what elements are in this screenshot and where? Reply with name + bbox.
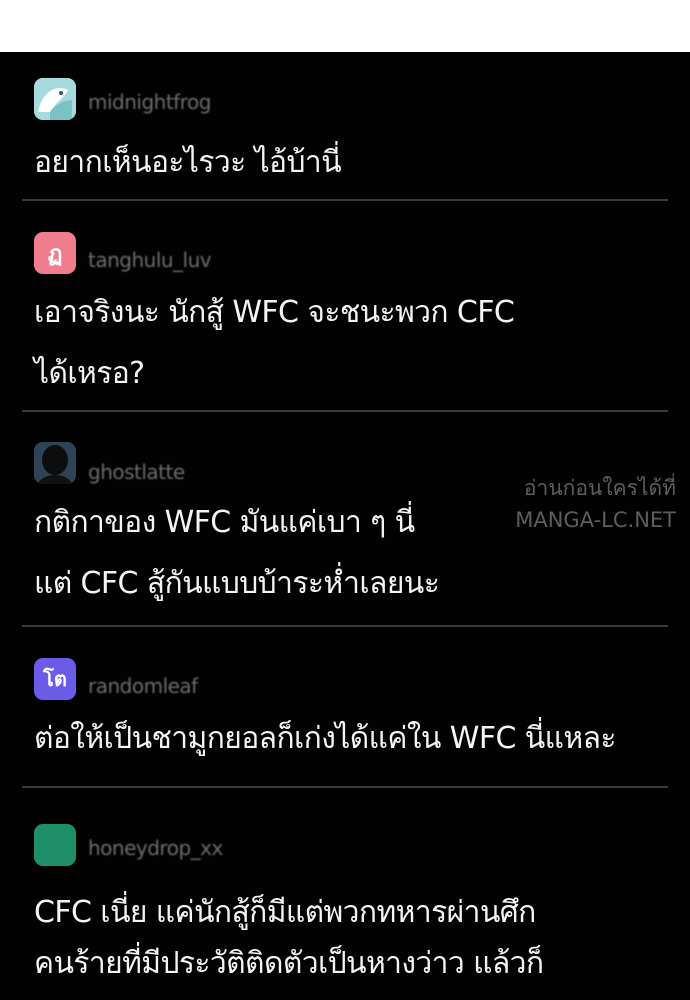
- divider: [22, 625, 668, 627]
- watermark-line: MANGA-LC.NET: [515, 508, 676, 532]
- comment-text-line: ต่อให้เป็นชามูกยอลก็เก่งได้แค่ใน WFC นี่…: [34, 721, 616, 756]
- comment-text-line: คนร้ายที่มีประวัติติดตัวเป็นหางว่าว แล้ว…: [34, 946, 544, 981]
- avatar[interactable]: โต: [34, 658, 76, 700]
- comment-text-line: เอาจริงนะ นักสู้ WFC จะชนะพวก CFC: [34, 295, 515, 330]
- watermark: อ่านก่อนใครได้ที่ MANGA-LC.NET: [515, 472, 676, 536]
- watermark-line: อ่านก่อนใครได้ที่: [523, 476, 676, 500]
- avatar-glyph: ฏ: [47, 241, 63, 267]
- user-avatar-icon[interactable]: [34, 442, 76, 484]
- comment-text-line: แต่ CFC สู้กันแบบบ้าระห่ำเลยนะ: [34, 566, 440, 601]
- comment-text-line: กติกาของ WFC มันแค่เบา ๆ นี่: [34, 505, 415, 540]
- comment-username[interactable]: midnightfrog: [88, 90, 211, 114]
- divider: [22, 199, 668, 201]
- comment-feed[interactable]: midnightfrog อยากเห็นอะไรวะ ไอ้บ้านี่ ฏ …: [0, 52, 690, 1000]
- avatar[interactable]: [34, 824, 76, 866]
- divider: [22, 410, 668, 412]
- whale-avatar-icon[interactable]: [34, 78, 76, 120]
- comment-username[interactable]: honeydrop_xx: [88, 836, 223, 860]
- top-white-bar: [0, 0, 690, 52]
- comment-username[interactable]: tanghulu_luv: [88, 248, 212, 272]
- avatar[interactable]: ฏ: [34, 232, 76, 274]
- comment-text-line: ได้เหรอ?: [34, 356, 145, 391]
- divider: [22, 786, 668, 788]
- comment-text-line: CFC เนี่ย แค่นักสู้ก็มีแต่พวกทหารผ่านศึก: [34, 895, 536, 930]
- avatar-glyph: โต: [43, 667, 67, 691]
- comment-username[interactable]: ghostlatte: [88, 460, 185, 484]
- comment-username[interactable]: randomleaf: [88, 674, 198, 698]
- comment-text-line: อยากเห็นอะไรวะ ไอ้บ้านี่: [34, 145, 342, 180]
